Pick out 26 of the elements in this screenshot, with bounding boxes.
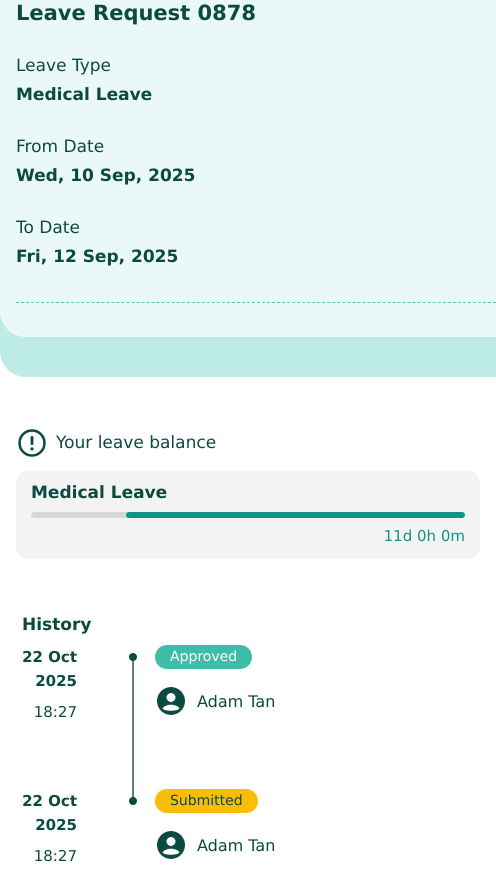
history-year: 2025 [34,815,77,836]
history-date: 22 Oct [21,647,77,668]
history-time: 18:27 [32,846,77,867]
field-label: From Date [16,136,106,158]
history-title: History [21,614,92,635]
info-icon [18,429,46,457]
history-time: 18:27 [32,702,77,723]
status-badge: Approved [155,645,252,669]
timeline-dot [129,653,137,661]
person-name: Adam Tan [197,836,276,854]
person-icon [157,831,185,859]
status-badge: Submitted [155,789,258,813]
balance-reading: 11d 0h 0m [382,527,465,545]
balance-heading: Your leave balance [56,433,216,453]
field-value: Wed, 10 Sep, 2025 [16,165,196,187]
history-date: 22 Oct [21,791,77,812]
person-icon [157,687,185,715]
field-value: Fri, 12 Sep, 2025 [16,246,180,268]
field-value: Medical Leave [16,84,154,106]
field-label: To Date [16,217,81,239]
history-year: 2025 [34,671,77,692]
field-label: Leave Type [16,55,112,77]
request-title: Leave Request 0878 [16,0,257,26]
timeline-dot [129,797,137,805]
person-name: Adam Tan [197,692,276,710]
leave-name: Medical Leave [31,483,168,503]
